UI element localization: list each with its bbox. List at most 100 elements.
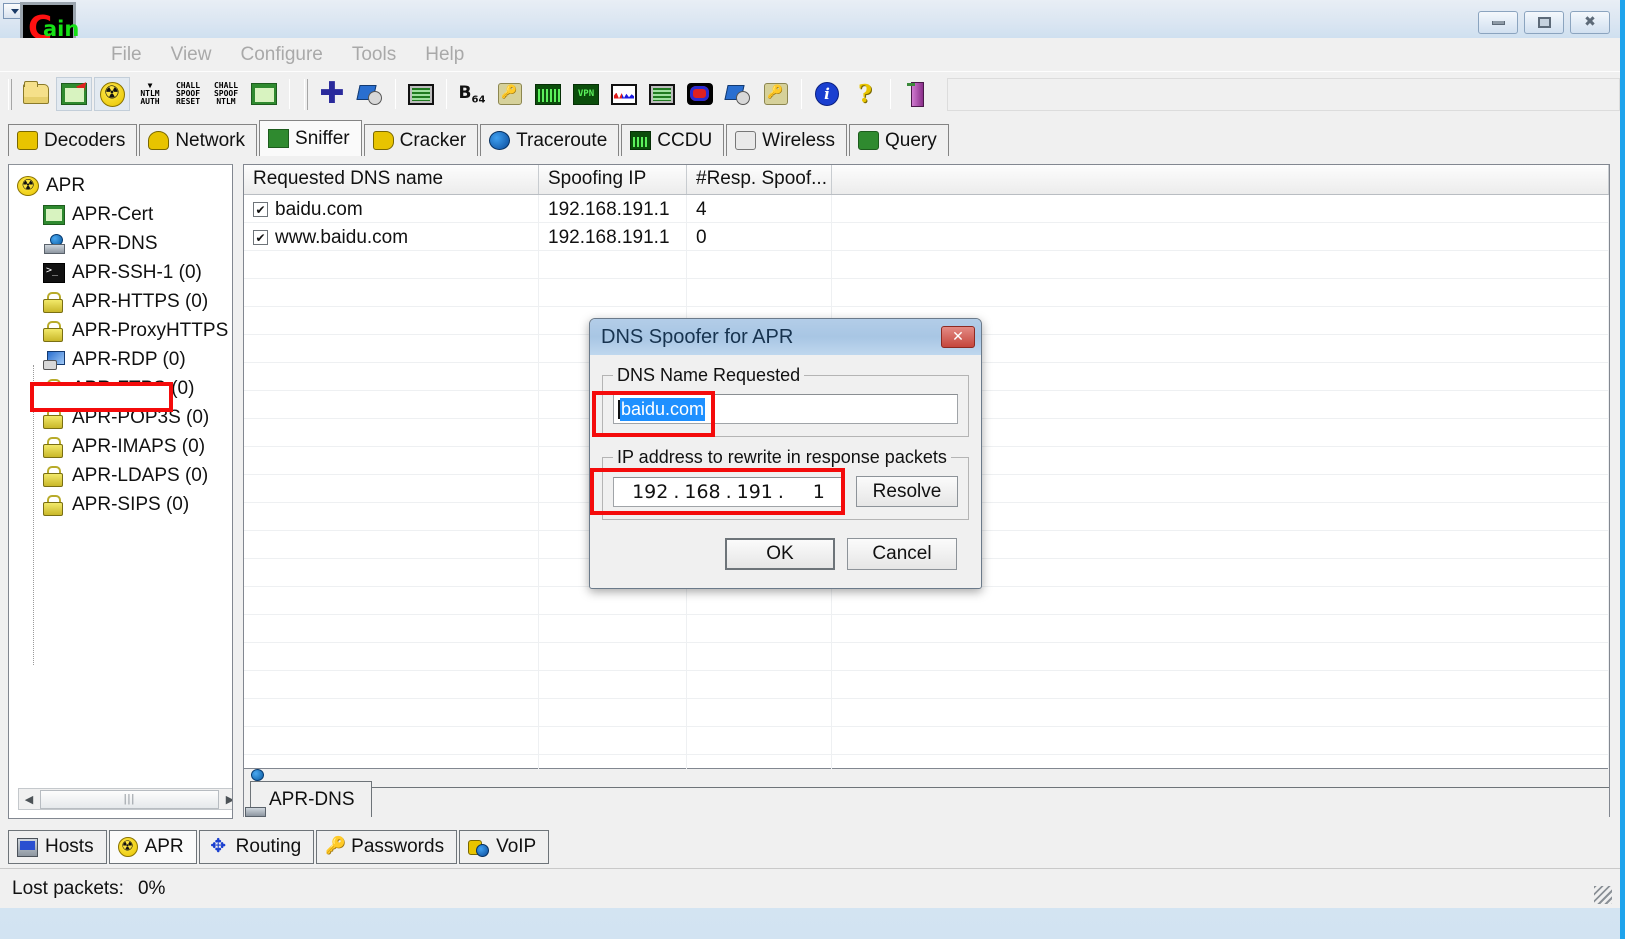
bruteforce-button[interactable] [403,77,439,111]
table-row[interactable]: baidu.com 192.168.191.1 4 [244,195,1609,223]
tree-node-apr-root[interactable]: APR [17,171,232,200]
tab-sniffer[interactable]: Sniffer [259,120,362,156]
ip-octet-1[interactable]: 192 [632,481,668,503]
tab-traceroute[interactable]: Traceroute [480,124,620,156]
cell-filler [832,223,1609,250]
cert-collector-button[interactable] [246,77,282,111]
column-header-filler[interactable] [832,165,1609,194]
remove-from-list-button[interactable] [352,77,388,111]
menu-item-tools[interactable]: Tools [341,42,407,68]
tab-query[interactable]: Query [849,124,949,156]
table-export-button[interactable] [56,77,92,111]
tree-node-apr-ldaps[interactable]: APR-LDAPS (0) [17,461,232,490]
hash-calculator-button[interactable] [644,77,680,111]
resize-grip-icon[interactable] [1594,886,1612,904]
tree-node-apr-sips[interactable]: APR-SIPS (0) [17,490,232,519]
bottom-tab-passwords[interactable]: 🔑 Passwords [316,830,458,864]
remote-desktop-button[interactable] [682,77,718,111]
tree-node-apr-proxyhttps[interactable]: APR-ProxyHTTPS (0 [17,316,232,345]
wireless-icon [735,131,757,150]
wireless-scanner-button[interactable] [758,77,794,111]
table-row-empty[interactable] [244,727,1609,755]
tree-node-apr-https[interactable]: APR-HTTPS (0) [17,287,232,316]
cell-dns-name[interactable]: baidu.com [244,195,539,222]
ip-octet-2[interactable]: 168 [684,481,720,503]
add-to-list-button[interactable]: ✚ [314,77,350,111]
tab-ccdu[interactable]: CCDU [621,124,725,156]
ip-octet-3[interactable]: 191 [737,481,773,503]
table-row-empty[interactable] [244,699,1609,727]
tab-wireless[interactable]: Wireless [726,124,848,156]
minimize-icon [1491,20,1505,25]
tab-network[interactable]: Network [139,124,258,156]
dns-name-input[interactable]: baidu.com [613,394,958,424]
scroll-right-arrow-icon[interactable]: ▶ [220,789,232,809]
list-header: Requested DNS name Spoofing IP #Resp. Sp… [244,165,1609,195]
traffic-analyzer-button[interactable] [530,77,566,111]
tree-node-apr-imaps[interactable]: APR-IMAPS (0) [17,432,232,461]
ip-address-input[interactable]: 192 . 168 . 191 . 1 [613,476,844,507]
close-icon: ✖ [1584,14,1596,30]
tab-decoders[interactable]: Decoders [8,124,138,156]
apr-toggle-button[interactable] [94,77,130,111]
open-folder-button[interactable] [18,77,54,111]
row-checkbox[interactable] [253,202,268,217]
maximize-button[interactable] [1524,11,1564,34]
column-header-requested-dns-name[interactable]: Requested DNS name [244,165,539,194]
base64-decoder-button[interactable]: B64 [454,77,490,111]
vpn-decoder-button[interactable]: VPN [568,77,604,111]
table-row-empty[interactable] [244,643,1609,671]
table-row-empty[interactable] [244,251,1609,279]
table-row[interactable]: www.baidu.com 192.168.191.1 0 [244,223,1609,251]
table-row-empty[interactable] [244,279,1609,307]
scroll-left-arrow-icon[interactable]: ◀ [19,789,39,809]
table-row-empty[interactable] [244,615,1609,643]
menu-item-configure[interactable]: Configure [229,42,333,68]
tab-cracker[interactable]: Cracker [363,124,479,156]
about-button[interactable]: i [809,77,845,111]
chall-spoof-reset-button[interactable]: CHALL SPOOF RESET [170,77,206,111]
table-row-empty[interactable] [244,587,1609,615]
help-button[interactable]: ? [847,77,883,111]
apr-tree-panel[interactable]: APR APR-Cert APR-DNS APR-SSH-1 (0) APR-H… [8,164,233,819]
close-button[interactable]: ✖ [1570,11,1610,34]
table-row-empty[interactable] [244,671,1609,699]
toolbar-grip[interactable] [8,78,12,110]
menu-item-help[interactable]: Help [414,42,475,68]
ntlm-auth-button[interactable]: ▼ NTLM AUTH [132,77,168,111]
row-checkbox[interactable] [253,230,268,245]
tree-node-apr-dns[interactable]: APR-DNS [17,229,232,258]
tree-node-apr-pop3s[interactable]: APR-POP3S (0) [17,403,232,432]
access-db-password-button[interactable] [492,77,528,111]
chall-spoof-ntlm-button[interactable]: CHALL SPOOF NTLM [208,77,244,111]
bottom-tab-passwords-label: Passwords [351,836,445,857]
dialog-close-icon[interactable]: ✕ [941,326,975,348]
scrollbar-thumb[interactable]: ||| [40,789,219,809]
column-header-spoofing-ip[interactable]: Spoofing IP [539,165,687,194]
sheet-tab-apr-dns[interactable]: APR-DNS [250,781,372,817]
cell-dns-name[interactable]: www.baidu.com [244,223,539,250]
menu-item-view[interactable]: View [160,42,223,68]
bottom-tab-apr[interactable]: APR [108,830,197,864]
network-enum-button[interactable] [720,77,756,111]
menu-item-file[interactable]: File [100,42,153,68]
column-header-resp-spoofed[interactable]: #Resp. Spoof... [687,165,832,194]
cancel-button[interactable]: Cancel [847,538,957,570]
tree-horizontal-scrollbar[interactable]: ◀ ||| ▶ [18,788,232,810]
bottom-tab-voip[interactable]: VoIP [459,830,550,864]
exit-button[interactable] [898,77,934,111]
rsa-token-calc-button[interactable] [606,77,642,111]
tree-node-apr-ssh-1[interactable]: APR-SSH-1 (0) [17,258,232,287]
ok-button[interactable]: OK [725,538,835,570]
tree-node-apr-cert[interactable]: APR-Cert [17,200,232,229]
ip-octet-4[interactable]: 1 [789,481,825,503]
cell-resp-spoofed: 4 [687,195,832,222]
tree-node-apr-ftps[interactable]: APR-FTPS (0) [17,374,232,403]
bottom-tab-hosts[interactable]: Hosts [8,830,107,864]
bottom-tab-routing[interactable]: ✥ Routing [198,830,315,864]
resolve-button[interactable]: Resolve [856,476,958,507]
dns-spoofer-dialog[interactable]: DNS Spoofer for APR ✕ DNS Name Requested… [589,318,982,589]
minimize-button[interactable] [1478,11,1518,34]
toolbar-grip-2[interactable] [304,78,308,110]
tree-node-apr-rdp[interactable]: APR-RDP (0) [17,345,232,374]
